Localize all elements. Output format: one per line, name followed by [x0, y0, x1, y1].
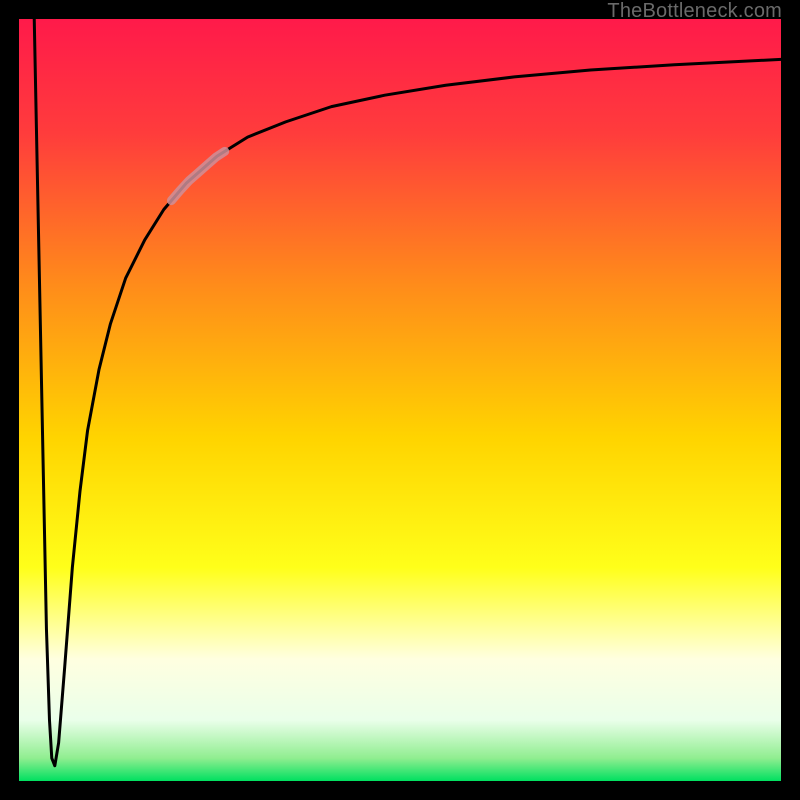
watermark-text: TheBottleneck.com [607, 0, 782, 23]
chart-plot-area [19, 19, 781, 781]
chart-svg [19, 19, 781, 781]
chart-background [19, 19, 781, 781]
